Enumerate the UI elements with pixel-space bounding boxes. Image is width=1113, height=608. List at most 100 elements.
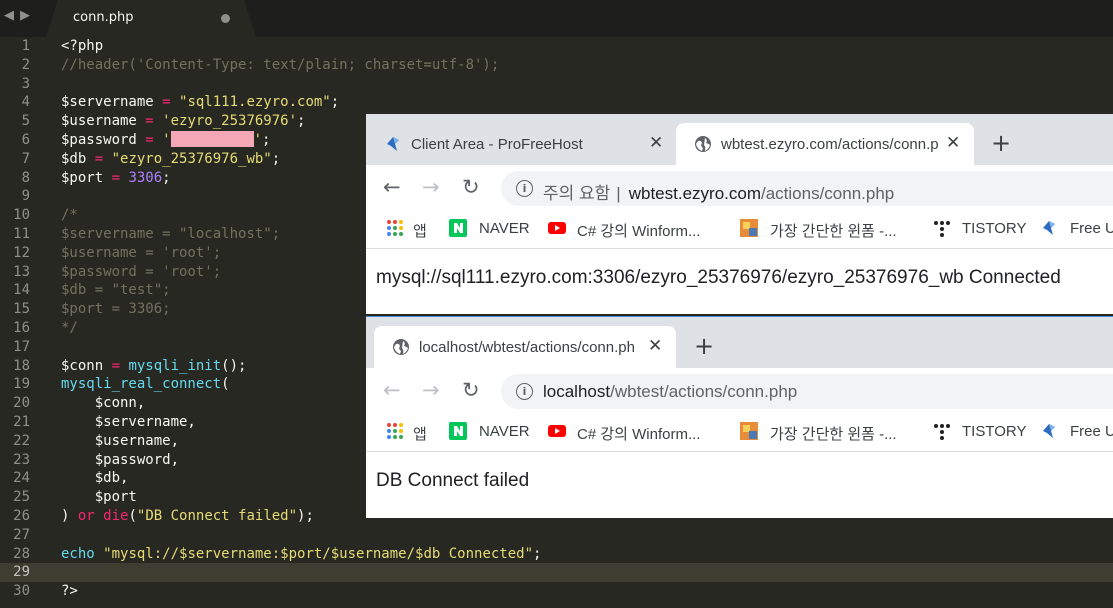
line-number: 4: [21, 94, 30, 111]
tab-conn-php[interactable]: conn.php: [46, 0, 256, 37]
tab-close-icon[interactable]: ✕: [946, 133, 960, 153]
address-bar[interactable]: i 주의 요함 | wbtest.ezyro.com/actions/conn.ph…: [501, 171, 1113, 206]
url-path: /actions/conn.php: [760, 184, 895, 203]
line-number: 21: [13, 414, 30, 430]
forward-icon[interactable]: →: [422, 378, 440, 402]
password-redaction: [170, 131, 254, 147]
forward-icon[interactable]: →: [422, 175, 440, 199]
bookmarks-bar: 앱 NAVER C# 강의 Winform... 가장 간단한 윈폼 -... …: [366, 414, 1113, 452]
line-number: 24: [13, 470, 30, 487]
code-line-28: 28 echo "mysql://$servername:$port/$usern…: [0, 545, 1113, 564]
address-bar[interactable]: i localhost/wbtest/actions/conn.php: [501, 374, 1113, 409]
line-number: 11: [13, 226, 30, 242]
code-line-27: 27: [0, 526, 1113, 545]
tab-nav-back-icon[interactable]: ◀: [4, 8, 16, 23]
url-path: /wbtest/actions/conn.php: [610, 382, 798, 401]
bookmark-naver[interactable]: NAVER: [479, 423, 530, 440]
line-number: 14: [13, 282, 30, 299]
tab-strip: localhost/wbtest/actions/conn.ph ✕ +: [366, 317, 1113, 368]
tistory-icon: [934, 424, 950, 440]
tab-title: conn.php: [73, 10, 134, 25]
line-number: 20: [13, 395, 30, 412]
info-icon[interactable]: i: [516, 383, 533, 400]
code-line-2: 2//header('Content-Type: text/plain; cha…: [0, 56, 1113, 75]
line-number: 1: [21, 38, 30, 54]
naver-icon: [449, 422, 467, 440]
browser-window-remote: Client Area - ProFreeHost ✕ wbtest.ezyro…: [366, 114, 1113, 314]
bookmark-csharp-winform[interactable]: C# 강의 Winform...: [577, 220, 700, 241]
bookmark-free[interactable]: Free U: [1070, 220, 1113, 237]
profreehost-icon: [1043, 221, 1055, 235]
line-number: 5: [21, 113, 30, 130]
tab-close-icon[interactable]: ✕: [648, 336, 662, 356]
tab-title: localhost/wbtest/actions/conn.ph: [419, 339, 635, 356]
line-number: 19: [13, 376, 30, 393]
youtube-icon: [548, 222, 566, 234]
bookmark-apps[interactable]: 앱: [413, 423, 427, 444]
url-separator: |: [616, 184, 621, 203]
tab-title: Client Area - ProFreeHost: [411, 136, 583, 153]
reload-icon[interactable]: ↻: [462, 175, 480, 199]
url-host: wbtest.ezyro.com: [628, 184, 761, 203]
bookmark-tistory[interactable]: TISTORY: [962, 423, 1026, 440]
bookmarks-bar: 앱 NAVER C# 강의 Winform... 가장 간단한 윈폼 -... …: [366, 211, 1113, 249]
blog-thumbnail-icon: [740, 422, 758, 440]
blog-thumbnail-icon: [740, 219, 758, 237]
youtube-icon: [548, 425, 566, 437]
tab-client-area[interactable]: Client Area - ProFreeHost ✕: [366, 123, 676, 165]
bookmark-naver[interactable]: NAVER: [479, 220, 530, 237]
new-tab-icon[interactable]: +: [694, 332, 714, 360]
code-line-4: 4 $servername = "sql111.ezyro.com";: [0, 93, 1113, 112]
tistory-icon: [934, 221, 950, 237]
apps-grid-icon: [387, 423, 403, 439]
url-host: localhost: [543, 382, 611, 401]
globe-icon: [393, 339, 409, 355]
tab-strip: Client Area - ProFreeHost ✕ wbtest.ezyro…: [366, 114, 1113, 165]
tab-localhost-conn[interactable]: localhost/wbtest/actions/conn.ph ✕: [374, 326, 676, 368]
bookmark-apps[interactable]: 앱: [413, 220, 427, 241]
code-line-30: 30 ?>: [0, 582, 1113, 601]
bookmark-winform-guide[interactable]: 가장 간단한 윈폼 -...: [770, 423, 897, 444]
back-icon[interactable]: ←: [383, 175, 401, 199]
line-number: 6: [21, 132, 30, 148]
tab-wbtest-conn[interactable]: wbtest.ezyro.com/actions/conn.p ✕: [676, 123, 974, 165]
bookmark-tistory[interactable]: TISTORY: [962, 220, 1026, 237]
editor-tab-bar: ◀ ▶ conn.php: [0, 0, 1113, 37]
line-number: 17: [13, 338, 30, 355]
code-line-29-current: 29: [0, 563, 1113, 583]
line-number: 25: [13, 489, 30, 506]
page-content-text: DB Connect failed: [376, 470, 530, 491]
new-tab-icon[interactable]: +: [991, 129, 1011, 157]
line-number: 8: [21, 169, 30, 186]
tab-close-icon[interactable]: ✕: [649, 133, 663, 153]
line-number: 23: [13, 451, 30, 468]
back-icon[interactable]: ←: [383, 378, 401, 402]
tab-nav-arrows: ◀ ▶: [4, 8, 36, 23]
security-warning[interactable]: 주의 요함: [543, 184, 610, 203]
code-line-3: 3: [0, 75, 1113, 94]
line-number: 3: [21, 75, 30, 92]
line-number: 16: [13, 320, 30, 336]
globe-icon: [695, 136, 711, 152]
line-number: 2: [21, 56, 30, 73]
line-number: 10: [13, 207, 30, 224]
line-number: 15: [13, 301, 30, 318]
reload-icon[interactable]: ↻: [462, 378, 480, 402]
line-number: 18: [13, 357, 30, 374]
bookmark-free[interactable]: Free U: [1070, 423, 1113, 440]
line-number: 30: [13, 583, 30, 600]
tab-title: wbtest.ezyro.com/actions/conn.p: [721, 136, 939, 153]
browser-toolbar: ← → ↻ i localhost/wbtest/actions/conn.ph…: [366, 368, 1113, 414]
line-number: 29: [13, 564, 30, 581]
naver-icon: [449, 219, 467, 237]
browser-toolbar: ← → ↻ i 주의 요함 | wbtest.ezyro.com/actions/c…: [366, 165, 1113, 211]
bookmark-csharp-winform[interactable]: C# 강의 Winform...: [577, 423, 700, 444]
tab-nav-forward-icon[interactable]: ▶: [20, 8, 32, 23]
line-number: 22: [13, 432, 30, 449]
line-number: 26: [13, 508, 30, 524]
unsaved-dot-icon[interactable]: [221, 14, 230, 23]
bookmark-winform-guide[interactable]: 가장 간단한 윈폼 -...: [770, 220, 897, 241]
profreehost-icon: [1043, 424, 1055, 438]
page-content-text: mysql://sql111.ezyro.com:3306/ezyro_2537…: [376, 267, 1061, 288]
info-icon[interactable]: i: [516, 180, 533, 197]
